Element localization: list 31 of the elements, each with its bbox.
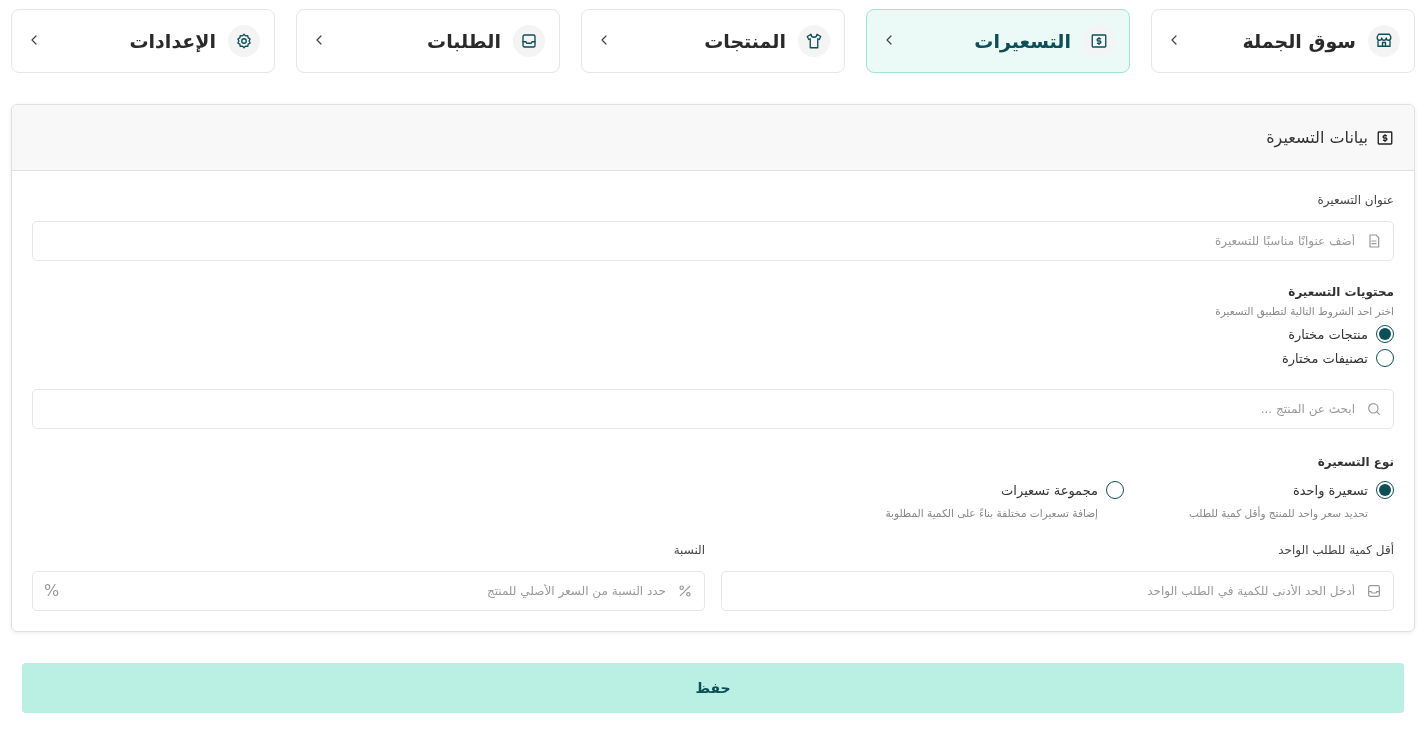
document-icon xyxy=(1366,233,1382,249)
tray-icon xyxy=(1366,583,1382,599)
dollar-bill-icon xyxy=(1090,32,1108,50)
dollar-bill-icon xyxy=(1376,128,1394,147)
nav-tab[interactable]: المنتجات xyxy=(581,9,845,73)
settings-icon xyxy=(235,32,253,50)
nav-tab[interactable]: سوق الجملة xyxy=(1151,9,1415,73)
search-field[interactable]: ابحث عن المنتج ... xyxy=(32,389,1394,429)
radio-option[interactable]: تصنيفات مختارة xyxy=(32,349,1394,367)
radio-option[interactable]: مجموعة تسعيرات xyxy=(1001,481,1124,499)
nav-tab[interactable]: الإعدادات xyxy=(11,9,275,73)
option-description: إضافة تسعيرات مختلفة بناءً على الكمية المطلوبة xyxy=(884,507,1098,519)
shirt-icon xyxy=(805,32,823,50)
card-title: بيانات التسعيرة xyxy=(1266,128,1368,147)
nav-tab[interactable]: التسعيرات xyxy=(866,9,1130,73)
field-label: عنوان التسعيرة xyxy=(1316,193,1394,207)
option-description: تحديد سعر واحد للمنتج وأقل كمية للطلب xyxy=(1187,507,1368,519)
search-icon xyxy=(1366,401,1382,417)
section-label: محتويات التسعيرة xyxy=(1287,285,1394,299)
radio-option[interactable]: تسعيرة واحدة xyxy=(1292,481,1394,499)
save-button[interactable]: حفظ xyxy=(22,663,1404,713)
percent-icon xyxy=(677,583,693,599)
store-icon xyxy=(1375,32,1393,50)
radio-option[interactable]: منتجات مختارة xyxy=(32,325,1394,343)
section-hint: اختر احد الشروط التالية لتطبيق التسعيرة xyxy=(1214,305,1394,317)
inbox-icon xyxy=(520,32,538,50)
percent-suffix: % xyxy=(44,581,60,600)
field-label: النسبة xyxy=(672,543,705,557)
section-label: نوع التسعيرة xyxy=(1316,455,1394,469)
nav-tab[interactable]: الطلبات xyxy=(296,9,560,73)
field-label: أقل كمية للطلب الواحد xyxy=(1277,543,1394,557)
